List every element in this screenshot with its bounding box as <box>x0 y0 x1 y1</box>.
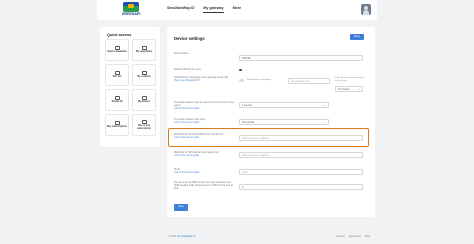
ussd-delay-label: The delay between sms (sec) Link to the … <box>174 118 234 124</box>
page-title: Device settings <box>174 36 205 41</box>
tile-my-devices[interactable]: My devices <box>132 89 156 111</box>
prefix-input[interactable]: prefix <box>239 169 363 175</box>
contacts-icon <box>141 71 147 76</box>
device-icon <box>141 96 147 101</box>
logo-text: GREENAPI <box>121 12 141 16</box>
telegram-toggle[interactable] <box>239 79 244 82</box>
newsletter-icon <box>114 46 120 51</box>
card-icon <box>141 119 147 124</box>
delay-select[interactable]: 1 second ⌄ <box>239 102 329 108</box>
prefix-label: Prefix Link to the how-to guide <box>174 168 234 174</box>
footer-links: Support Agreement Blog <box>336 235 370 238</box>
telegram-label: Notifications to Telegram of the gateway… <box>174 76 234 82</box>
webhook-status-label: Webhook for SMS delivery and status (url… <box>174 151 234 157</box>
nav-item-more[interactable]: More <box>233 6 242 13</box>
top-header: GREENAPI SmsGateWay.IO My gateway More <box>97 0 377 20</box>
tile-sms-list[interactable]: Sms list <box>105 64 129 86</box>
limit-input[interactable]: 0 <box>239 184 363 190</box>
delay-hint-link[interactable]: Link to the how-to guide <box>174 107 234 110</box>
default-sim-label: Default SIM (for the user) <box>174 68 201 71</box>
quick-access-title: Quick access <box>107 33 132 37</box>
chevron-down-icon: ⌄ <box>357 87 360 91</box>
quick-access-panel: Quick access Send a newsletter My newsle… <box>100 27 160 147</box>
cart-icon <box>114 121 120 126</box>
footer-copyright: © 2024 SmsGateWay.IO <box>168 235 196 238</box>
tile-send-newsletter[interactable]: Send a newsletter <box>105 39 129 61</box>
highlighted-webhook-field-outline <box>168 128 369 147</box>
id-icon <box>114 96 120 101</box>
telegram-interval-select[interactable]: 15 minutes ⌄ <box>335 86 363 92</box>
save-top-button[interactable]: Save <box>350 34 364 40</box>
tile-buy-subscription[interactable]: Buy or buy subscription <box>132 114 156 136</box>
webhook-status-input[interactable]: Add your server endpoint <box>239 152 363 158</box>
tile-sender-id[interactable]: Sender ID <box>105 89 129 111</box>
telegram-option-text: Notifications to Telegram <box>247 79 271 81</box>
footer-link-blog[interactable]: Blog <box>365 235 370 238</box>
user-avatar[interactable] <box>361 4 371 15</box>
sms-icon <box>114 71 120 76</box>
chevron-down-icon: ⌄ <box>323 120 326 124</box>
tile-buy-subscriptions[interactable]: Buy subscriptions <box>105 114 129 136</box>
telegram-id-input[interactable]: your telegram ID <box>288 78 330 84</box>
default-sim-radio[interactable] <box>239 68 242 72</box>
nav-item-home[interactable]: SmsGateWay.IO <box>167 6 194 13</box>
footer-brand-link[interactable]: SmsGateWay.IO <box>177 235 195 238</box>
device-settings-panel: Device settings Save Device Name HT1602 … <box>167 27 375 217</box>
logo-icon <box>123 2 139 12</box>
limit-label: Do not send any SMS to and from your net… <box>174 181 233 191</box>
chevron-down-icon: ⌄ <box>323 103 326 107</box>
webhook-status-hint-link[interactable]: Link to the how-to guide <box>174 154 234 157</box>
quick-access-grid: Send a newsletter My newsletters Sms lis… <box>105 39 156 136</box>
telegram-hint-link[interactable]: How to get Telegram ID? <box>174 79 234 82</box>
device-name-label: Device Name <box>174 52 189 55</box>
footer-link-support[interactable]: Support <box>336 235 345 238</box>
telegram-side-text: If the device is not connected to the se… <box>335 77 364 82</box>
list-icon <box>141 46 147 51</box>
save-button[interactable]: Save <box>174 204 188 211</box>
logo[interactable]: GREENAPI <box>121 2 141 16</box>
prefix-hint-link[interactable]: Link to the how-to guide <box>174 171 234 174</box>
tile-my-contacts[interactable]: My contacts <box>132 64 156 86</box>
delay-label: The delay between sms to request from th… <box>174 101 234 111</box>
nav-item-my-gateway[interactable]: My gateway <box>203 6 224 13</box>
device-name-input[interactable]: HT1602 <box>239 55 363 61</box>
main-nav: SmsGateWay.IO My gateway More <box>167 6 241 13</box>
ussd-delay-select[interactable]: 30 seconds ⌄ <box>239 119 329 125</box>
footer-link-agreement[interactable]: Agreement <box>349 235 361 238</box>
tile-my-newsletters[interactable]: My newsletters <box>132 39 156 61</box>
ussd-delay-hint-link[interactable]: Link to the how-to guide <box>174 121 234 124</box>
